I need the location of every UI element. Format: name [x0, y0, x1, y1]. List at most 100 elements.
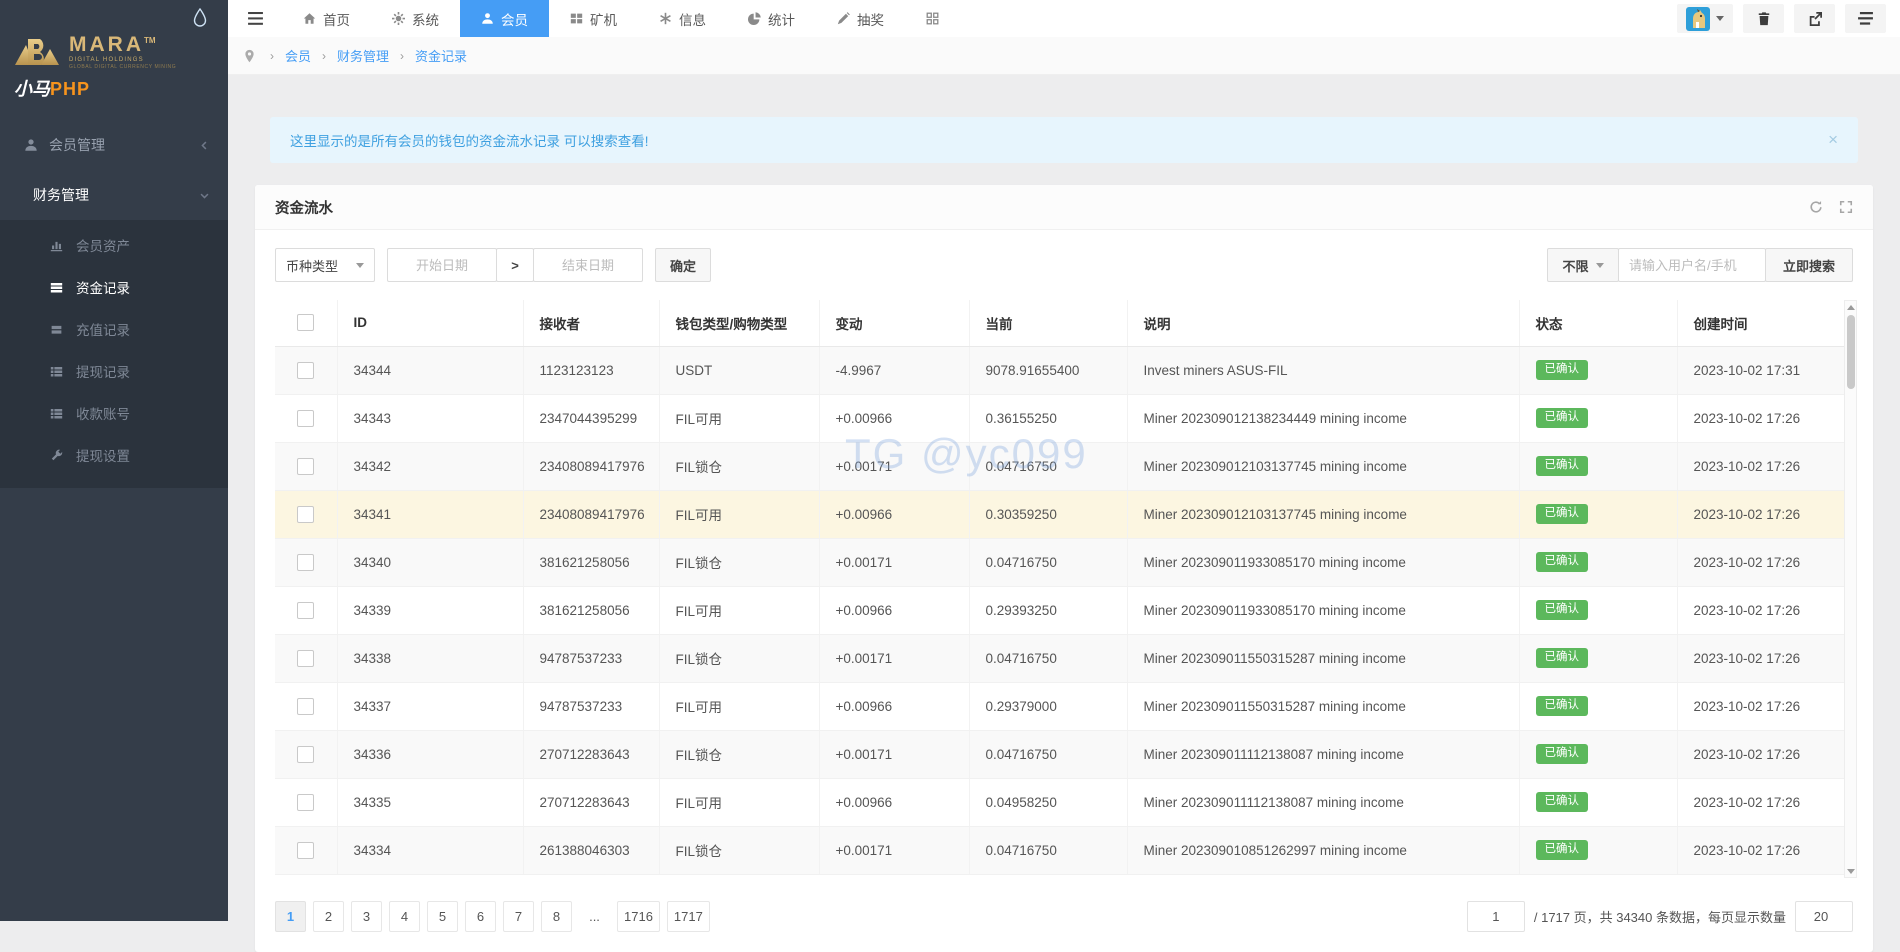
sidebar-item-member-management[interactable]: 会员管理 [0, 120, 228, 170]
sidebar-subitem[interactable]: 提现设置 [0, 434, 228, 476]
cell-created: 2023-10-02 17:26 [1677, 826, 1853, 874]
nav-item-pie[interactable]: 统计 [727, 0, 816, 37]
column-header-receiver: 接收者 [523, 300, 659, 346]
row-checkbox[interactable] [297, 506, 314, 523]
row-checkbox[interactable] [297, 746, 314, 763]
search-button[interactable]: 立即搜索 [1765, 248, 1853, 282]
currency-type-select[interactable]: 币种类型 [275, 248, 375, 282]
row-checkbox[interactable] [297, 842, 314, 859]
cell-description: Miner 202309012138234449 mining income [1127, 394, 1519, 442]
cell-receiver: 381621258056 [523, 586, 659, 634]
cell-wallet-type: FIL可用 [659, 586, 819, 634]
breadcrumb-fund-records[interactable]: 资金记录 [415, 46, 467, 65]
cell-description: Miner 202309011933085170 mining income [1127, 586, 1519, 634]
fullscreen-icon[interactable] [1839, 200, 1853, 214]
column-header-current: 当前 [969, 300, 1127, 346]
cell-wallet-type: FIL可用 [659, 394, 819, 442]
row-checkbox[interactable] [297, 794, 314, 811]
breadcrumb-member[interactable]: 会员 [285, 46, 311, 65]
cell-description: Miner 202309011933085170 mining income [1127, 538, 1519, 586]
confirm-button[interactable]: 确定 [655, 248, 711, 282]
nav-item-home[interactable]: 首页 [282, 0, 371, 37]
scrollbar-up-arrow[interactable] [1845, 301, 1856, 313]
pagination-info: / 1717 页，共 34340 条数据，每页显示数量 20 [1467, 901, 1853, 932]
select-all-checkbox[interactable] [297, 314, 314, 331]
user-icon [481, 12, 494, 25]
page-button[interactable]: 1717 [667, 901, 710, 932]
row-checkbox[interactable] [297, 602, 314, 619]
nav-item-label: 矿机 [590, 9, 617, 29]
row-checkbox[interactable] [297, 458, 314, 475]
row-checkbox[interactable] [297, 650, 314, 667]
cell-id: 34336 [337, 730, 523, 778]
external-link-button[interactable] [1794, 4, 1835, 33]
list-panel-button[interactable] [1845, 4, 1886, 33]
scope-select[interactable]: 不限 [1547, 248, 1619, 282]
sidebar-subitem[interactable]: 提现记录 [0, 350, 228, 392]
gear-icon [392, 12, 405, 25]
nav-grid-button[interactable] [905, 0, 960, 37]
refresh-icon[interactable] [1809, 200, 1823, 214]
page-button[interactable]: 2 [313, 901, 344, 932]
cell-wallet-type: FIL锁仓 [659, 538, 819, 586]
row-checkbox[interactable] [297, 410, 314, 427]
page-button[interactable]: 8 [541, 901, 572, 932]
page-ellipsis: ... [579, 901, 610, 932]
page-button[interactable]: 3 [351, 901, 382, 932]
main-content: 这里显示的是所有会员的钱包的资金流水记录 可以搜索查看! × 资金流水 币种类型 [228, 75, 1900, 921]
row-checkbox[interactable] [297, 698, 314, 715]
row-checkbox[interactable] [297, 554, 314, 571]
cell-change: -4.9967 [819, 346, 969, 394]
brand-bottom: 小马PHP [14, 80, 214, 98]
table-row: 34339381621258056FIL可用+0.009660.29393250… [275, 586, 1853, 634]
page-button[interactable]: 6 [465, 901, 496, 932]
sidebar-submenu: 会员资产资金记录充值记录提现记录收款账号提现设置 [0, 220, 228, 488]
cell-created: 2023-10-02 17:26 [1677, 538, 1853, 586]
start-date-input[interactable] [387, 248, 497, 282]
user-menu-button[interactable] [1677, 4, 1733, 33]
cell-current: 0.29393250 [969, 586, 1127, 634]
nav-item-th-large[interactable]: 矿机 [549, 0, 638, 37]
vertical-scrollbar[interactable] [1844, 300, 1857, 878]
status-badge: 已确认 [1536, 600, 1589, 620]
cell-id: 34341 [337, 490, 523, 538]
search-input[interactable] [1618, 248, 1766, 282]
sidebar-subitem[interactable]: 资金记录 [0, 266, 228, 308]
page-button[interactable]: 7 [503, 901, 534, 932]
cell-receiver: 1123123123 [523, 346, 659, 394]
breadcrumb-finance[interactable]: 财务管理 [337, 46, 389, 65]
nav-item-gear[interactable]: 系统 [371, 0, 460, 37]
cell-receiver: 23408089417976 [523, 490, 659, 538]
sidebar-subitem[interactable]: 充值记录 [0, 308, 228, 350]
cell-wallet-type: FIL锁仓 [659, 442, 819, 490]
date-range-separator-button[interactable]: > [496, 248, 534, 282]
column-header-wallet-type: 钱包类型/购物类型 [659, 300, 819, 346]
scrollbar-thumb[interactable] [1847, 315, 1855, 389]
sidebar-item-label: 财务管理 [33, 185, 89, 205]
close-icon[interactable]: × [1828, 130, 1838, 150]
page-button[interactable]: 1716 [617, 901, 660, 932]
page-size-select[interactable]: 20 [1795, 901, 1853, 932]
table-header-row: ID 接收者 钱包类型/购物类型 变动 当前 说明 状态 创建时间 [275, 300, 1853, 346]
table-row: 3434223408089417976FIL锁仓+0.001710.047167… [275, 442, 1853, 490]
page-button[interactable]: 4 [389, 901, 420, 932]
nav-item-user[interactable]: 会员 [460, 0, 549, 37]
cell-wallet-type: FIL锁仓 [659, 634, 819, 682]
trash-button[interactable] [1743, 4, 1784, 33]
sidebar-subitem[interactable]: 收款账号 [0, 392, 228, 434]
end-date-input[interactable] [533, 248, 643, 282]
nav-item-pen[interactable]: 抽奖 [816, 0, 905, 37]
cell-description: Miner 202309012103137745 mining income [1127, 490, 1519, 538]
row-checkbox[interactable] [297, 362, 314, 379]
page-button[interactable]: 5 [427, 901, 458, 932]
page-button[interactable]: 1 [275, 901, 306, 932]
nav-item-asterisk[interactable]: 信息 [638, 0, 727, 37]
sidebar-subitem[interactable]: 会员资产 [0, 224, 228, 266]
sidebar-item-finance-management[interactable]: 财务管理 [0, 170, 228, 220]
cell-created: 2023-10-02 17:26 [1677, 586, 1853, 634]
scrollbar-down-arrow[interactable] [1845, 865, 1856, 877]
page-jump-input[interactable] [1467, 901, 1525, 932]
cell-wallet-type: FIL可用 [659, 778, 819, 826]
hamburger-menu-icon[interactable] [228, 0, 282, 37]
chart-bar-icon [50, 239, 63, 252]
